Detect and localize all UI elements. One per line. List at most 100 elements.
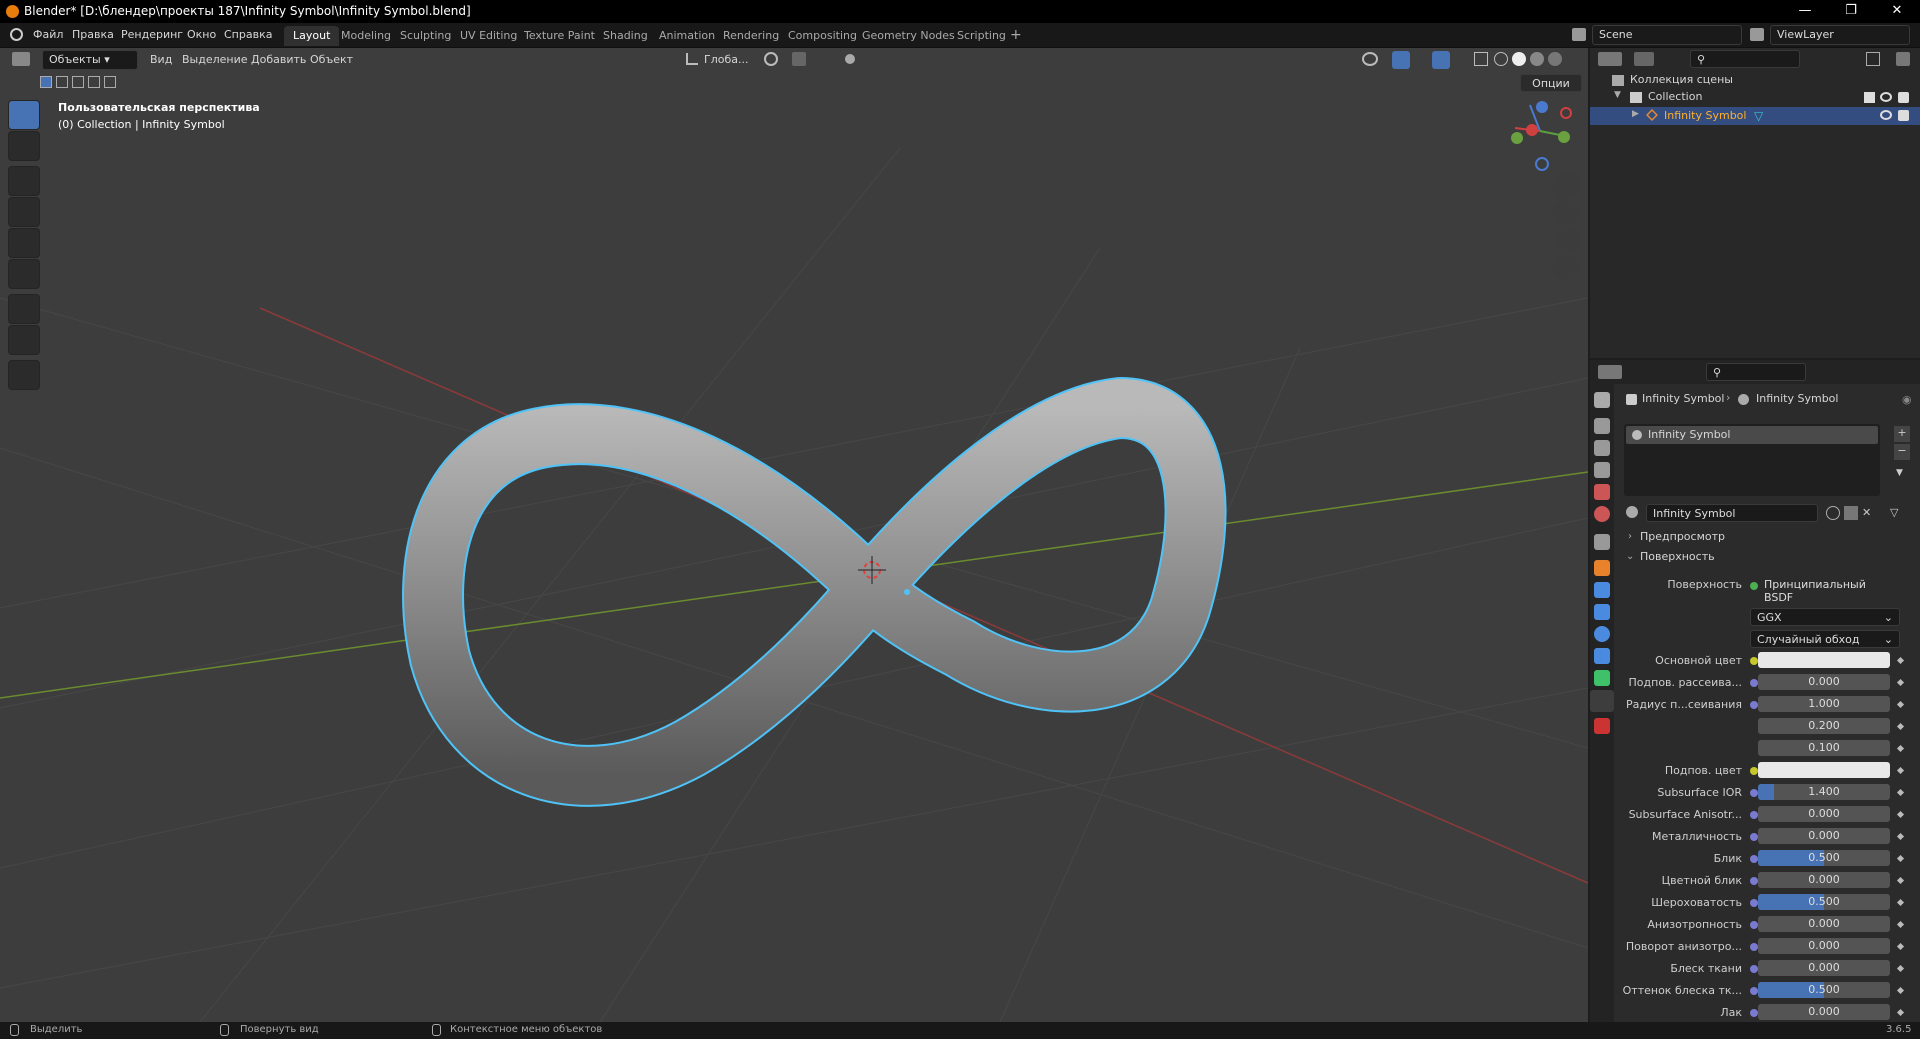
- solid-shading-icon[interactable]: [1512, 52, 1526, 66]
- editor-type-icon[interactable]: [12, 52, 30, 66]
- viewport-menu-view[interactable]: Вид: [150, 53, 172, 66]
- keyframe-icon[interactable]: [1896, 876, 1905, 885]
- input-socket-icon[interactable]: [1750, 701, 1758, 709]
- options-button[interactable]: Опции: [1520, 74, 1582, 92]
- keyframe-icon[interactable]: [1896, 700, 1905, 709]
- tab-sculpting[interactable]: Sculpting: [391, 26, 460, 46]
- camera-view-icon[interactable]: [1553, 227, 1579, 253]
- input-socket-icon[interactable]: [1750, 965, 1758, 973]
- keyframe-icon[interactable]: [1896, 920, 1905, 929]
- view-layer-selector[interactable]: ViewLayer: [1770, 25, 1910, 45]
- keyframe-icon[interactable]: [1896, 986, 1905, 995]
- menu-render[interactable]: Рендеринг: [121, 28, 183, 41]
- input-socket-icon[interactable]: [1750, 833, 1758, 841]
- value-slider[interactable]: 0.500: [1758, 894, 1890, 910]
- keyframe-icon[interactable]: [1896, 1008, 1905, 1017]
- outliner-editor-icon[interactable]: [1598, 52, 1622, 66]
- orthographic-toggle-icon[interactable]: [1553, 254, 1579, 280]
- keyframe-icon[interactable]: [1896, 832, 1905, 841]
- keyframe-icon[interactable]: [1896, 898, 1905, 907]
- collection-checkbox[interactable]: [1864, 92, 1875, 103]
- input-socket-icon[interactable]: [1750, 899, 1758, 907]
- duplicate-material-icon[interactable]: [1844, 506, 1858, 520]
- keyframe-icon[interactable]: [1896, 942, 1905, 951]
- keyframe-icon[interactable]: [1896, 722, 1905, 731]
- remove-slot-button[interactable]: −: [1894, 444, 1910, 460]
- tab-modeling[interactable]: Modeling: [332, 26, 400, 46]
- view-layer-tab-icon[interactable]: [1594, 462, 1610, 478]
- rendered-shading-icon[interactable]: [1548, 52, 1562, 66]
- select-new-icon[interactable]: [40, 76, 52, 88]
- material-link-icon[interactable]: ▽: [1890, 506, 1898, 519]
- scale-tool[interactable]: [8, 228, 40, 258]
- viewport-menu-add[interactable]: Добавить: [251, 53, 306, 66]
- value-slider[interactable]: 0.000: [1758, 828, 1890, 844]
- keyframe-icon[interactable]: [1896, 810, 1905, 819]
- add-workspace-icon[interactable]: +: [1010, 27, 1022, 43]
- value-slider[interactable]: 0.000: [1758, 960, 1890, 976]
- select-box-tool[interactable]: [8, 100, 40, 130]
- outliner-root-label[interactable]: Коллекция сцены: [1630, 73, 1733, 86]
- object-eye-icon[interactable]: [1880, 110, 1892, 120]
- navigation-gizmo[interactable]: [1511, 101, 1572, 171]
- viewport-menu-select[interactable]: Выделение: [182, 53, 248, 66]
- infinity-symbol-object[interactable]: [402, 377, 1227, 807]
- subsurface-method-selector[interactable]: Случайный обход ⌄: [1750, 630, 1900, 648]
- value-slider[interactable]: 0.000: [1758, 938, 1890, 954]
- world-tab-icon[interactable]: [1594, 506, 1610, 522]
- physics-tab-icon[interactable]: [1594, 626, 1610, 642]
- value-slider[interactable]: 0.500: [1758, 850, 1890, 866]
- input-socket-icon[interactable]: [1750, 921, 1758, 929]
- eye-icon[interactable]: [1880, 92, 1892, 102]
- object-tab-icon[interactable]: [1594, 560, 1610, 576]
- collection-tab-icon[interactable]: [1594, 534, 1610, 550]
- filter-icon[interactable]: [1866, 52, 1880, 66]
- zoom-icon[interactable]: [1553, 173, 1579, 199]
- texture-tab-icon[interactable]: [1594, 718, 1610, 734]
- input-socket-icon[interactable]: [1750, 877, 1758, 885]
- select-intersect-icon[interactable]: [104, 76, 116, 88]
- distribution-selector[interactable]: GGX ⌄: [1750, 608, 1900, 626]
- outliner-search-input[interactable]: ⚲: [1690, 50, 1800, 68]
- scene-selector[interactable]: Scene: [1592, 25, 1742, 45]
- outliner-collection-label[interactable]: Collection: [1648, 90, 1702, 103]
- select-extend-icon[interactable]: [56, 76, 68, 88]
- xray-icon[interactable]: [1474, 52, 1488, 66]
- mode-selector[interactable]: Объекты ▾: [42, 50, 138, 70]
- 3d-viewport[interactable]: [0, 48, 1588, 1022]
- color-field[interactable]: [1758, 762, 1890, 778]
- keyframe-icon[interactable]: [1896, 744, 1905, 753]
- keyframe-icon[interactable]: [1896, 788, 1905, 797]
- select-invert-icon[interactable]: [88, 76, 100, 88]
- outliner-object-label[interactable]: Infinity Symbol: [1664, 109, 1746, 122]
- keyframe-icon[interactable]: [1896, 854, 1905, 863]
- pan-hand-icon[interactable]: [1553, 200, 1579, 226]
- keyframe-icon[interactable]: [1896, 656, 1905, 665]
- input-socket-icon[interactable]: [1750, 1009, 1758, 1017]
- value-slider[interactable]: 1.400: [1758, 784, 1890, 800]
- maximize-button[interactable]: ❐: [1828, 0, 1874, 23]
- object-expand-icon[interactable]: ▶: [1632, 109, 1639, 119]
- unlink-material-icon[interactable]: ✕: [1862, 506, 1871, 519]
- gizmo-toggle-icon[interactable]: [1392, 51, 1410, 69]
- minimize-button[interactable]: —: [1782, 0, 1828, 23]
- keyframe-icon[interactable]: [1896, 964, 1905, 973]
- input-socket-icon[interactable]: [1750, 767, 1758, 775]
- value-slider[interactable]: 0.100: [1758, 740, 1890, 756]
- close-window-button[interactable]: ✕: [1874, 0, 1920, 23]
- menu-edit[interactable]: Правка: [72, 28, 114, 41]
- move-tool[interactable]: [8, 166, 40, 196]
- input-socket-icon[interactable]: [1750, 855, 1758, 863]
- material-slot-label[interactable]: Infinity Symbol: [1648, 428, 1730, 441]
- keyframe-icon[interactable]: [1896, 678, 1905, 687]
- transform-tool[interactable]: [8, 259, 40, 289]
- menu-file[interactable]: Файл: [33, 28, 63, 41]
- blender-menu-icon[interactable]: [10, 28, 23, 41]
- slot-specials-icon[interactable]: ▼: [1896, 468, 1903, 478]
- camera-render-icon[interactable]: [1898, 92, 1909, 103]
- tab-rendering[interactable]: Rendering: [714, 26, 788, 46]
- tool-tab-icon[interactable]: [1594, 392, 1610, 408]
- overlay-toggle-icon[interactable]: [1432, 51, 1450, 69]
- constraints-tab-icon[interactable]: [1594, 648, 1610, 664]
- keyframe-icon[interactable]: [1896, 766, 1905, 775]
